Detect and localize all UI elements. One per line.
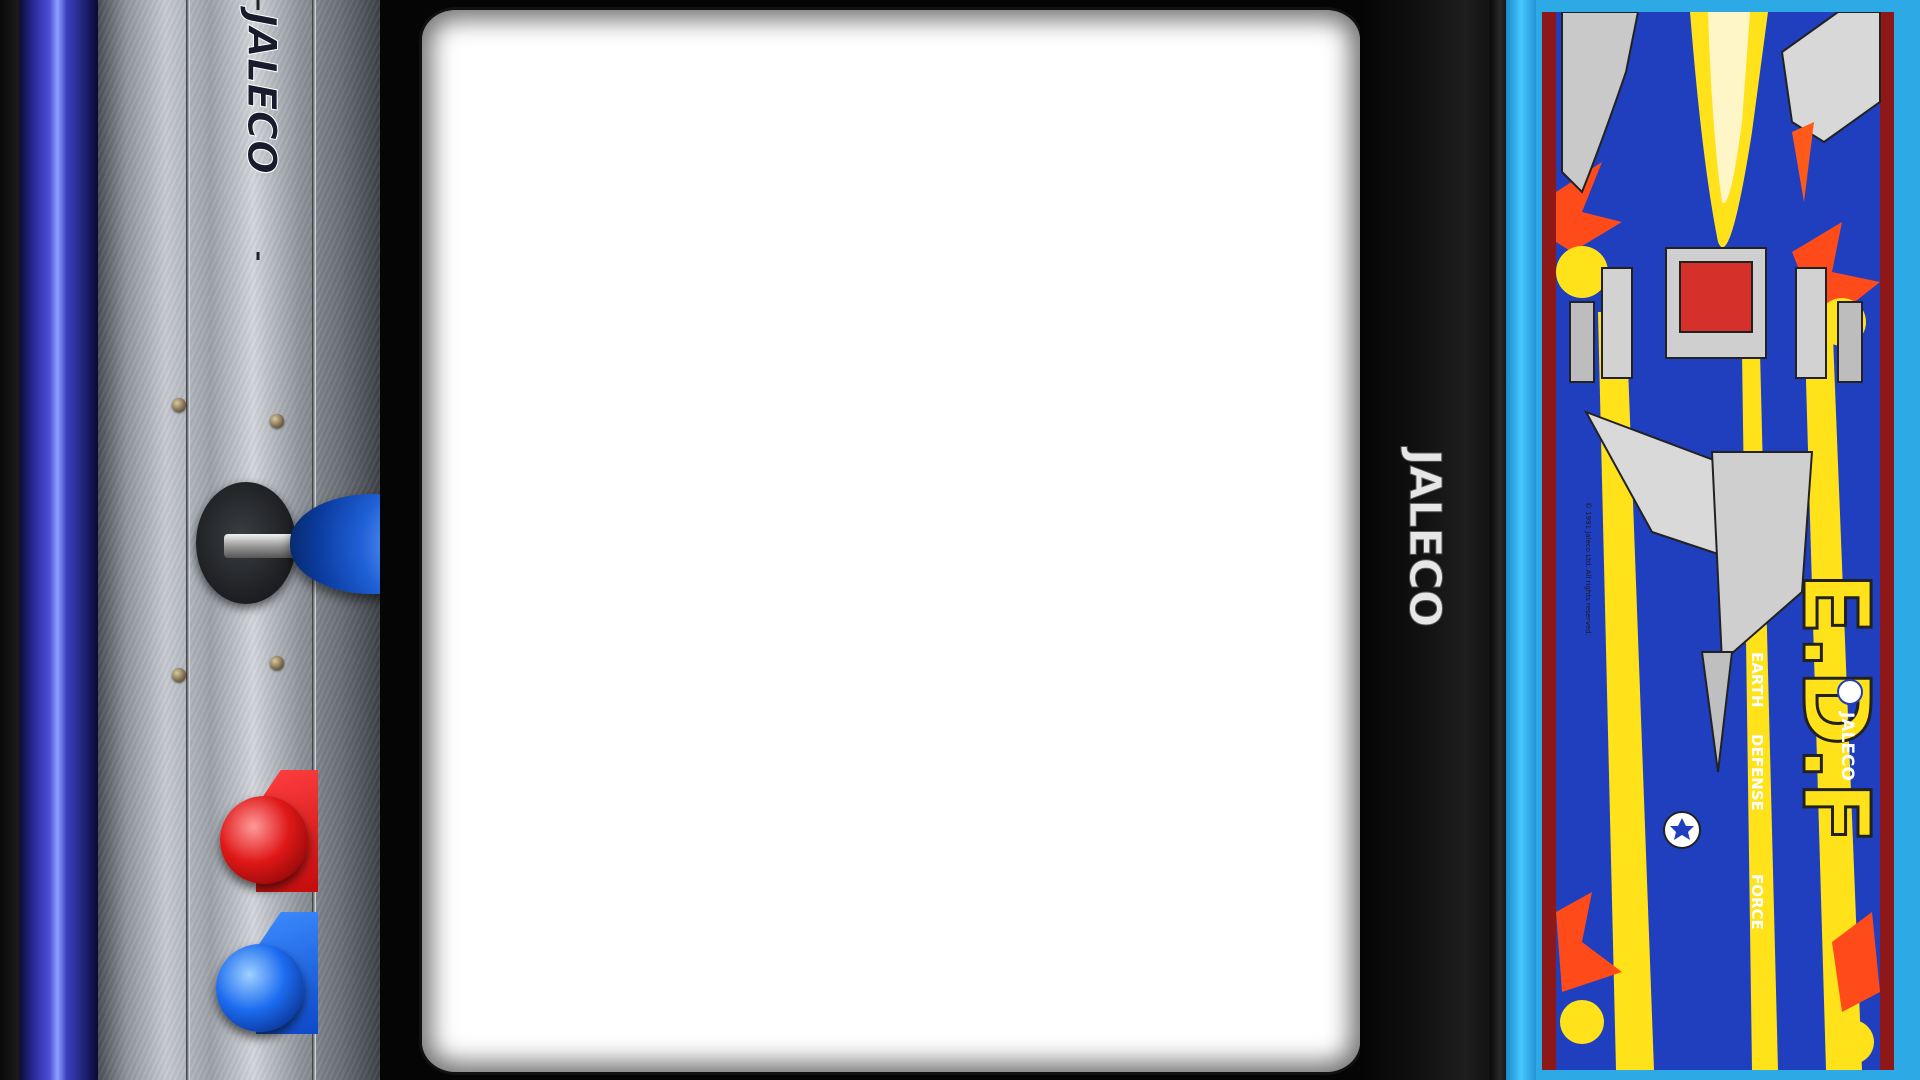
panel-bolt bbox=[270, 656, 284, 670]
marquee-copyright: © 1991 Jaleco Ltd. All rights reserved. bbox=[1584, 502, 1592, 636]
marquee-subtitle-force: FORCE bbox=[1748, 874, 1766, 930]
marquee-edge bbox=[1506, 0, 1536, 1080]
svg-text:E.D.F: E.D.F bbox=[1782, 572, 1889, 844]
marquee-title: E.D.F bbox=[1781, 571, 1891, 846]
marquee-subtitle-earth: EARTH bbox=[1748, 652, 1766, 708]
marquee-subtitle-defense: DEFENSE bbox=[1748, 734, 1766, 811]
panel-groove bbox=[186, 0, 190, 1080]
marquee-illustration: E.D.F EARTH DEFENSE FORCE JALECO © 1991 … bbox=[1556, 12, 1891, 1070]
panel-bolt bbox=[172, 398, 186, 412]
center-logo-text: JALECO bbox=[1399, 446, 1450, 627]
game-screen[interactable] bbox=[422, 10, 1360, 1072]
panel-logo-text: JALECO bbox=[238, 5, 280, 174]
marquee-art: E.D.F EARTH DEFENSE FORCE JALECO © 1991 … bbox=[1542, 12, 1894, 1070]
button-a[interactable] bbox=[220, 796, 308, 884]
button-b[interactable] bbox=[216, 944, 304, 1032]
marquee-brand: JALECO bbox=[1837, 711, 1857, 781]
blue-side-trim bbox=[20, 0, 98, 1080]
panel-bolt bbox=[270, 414, 284, 428]
jaleco-vertical-logo: JALECO bbox=[1396, 445, 1451, 635]
panel-bolt bbox=[172, 668, 186, 682]
jaleco-panel-logo: JALECO bbox=[200, 0, 285, 260]
